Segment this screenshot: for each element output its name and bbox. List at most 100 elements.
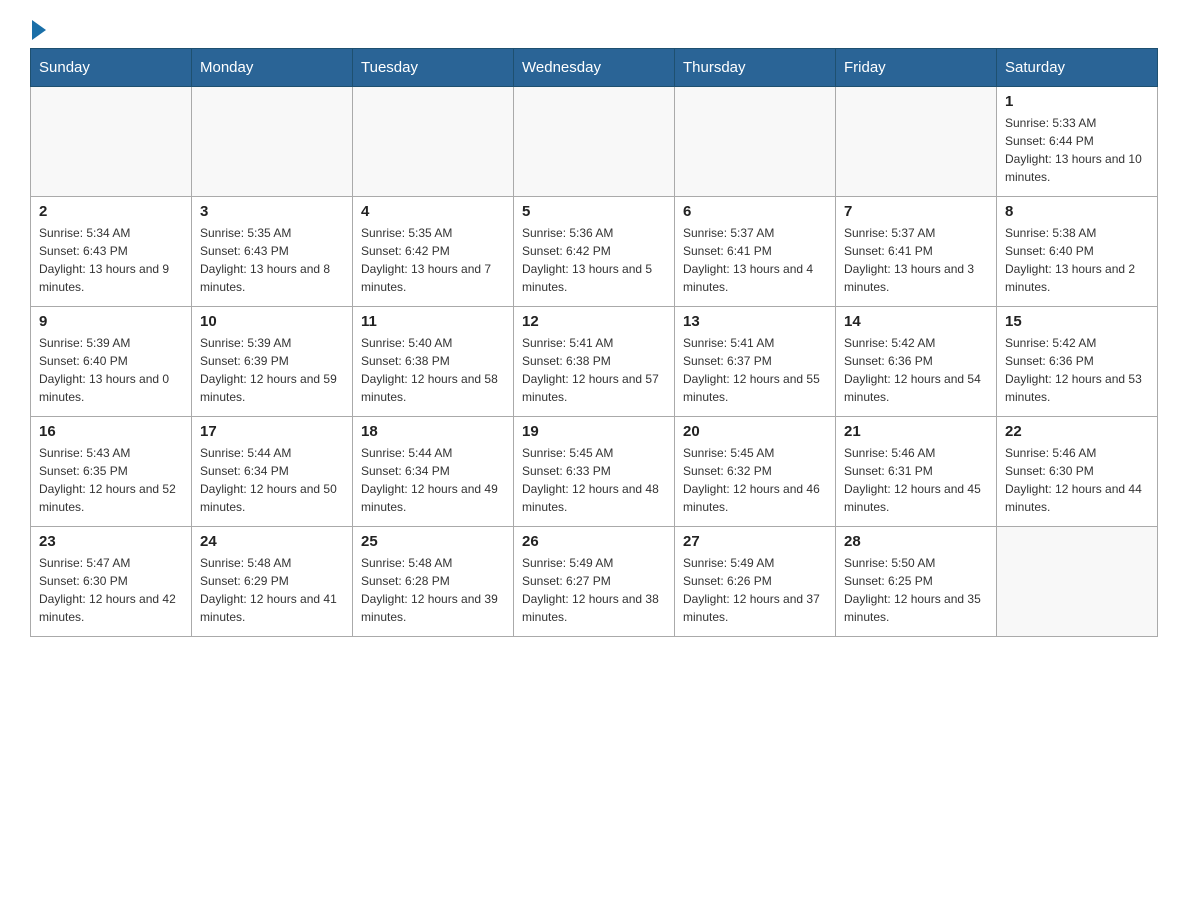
day-number: 16 — [39, 423, 183, 440]
calendar-cell: 13Sunrise: 5:41 AMSunset: 6:37 PMDayligh… — [675, 307, 836, 417]
day-info: Sunrise: 5:48 AMSunset: 6:28 PMDaylight:… — [361, 554, 505, 626]
day-info: Sunrise: 5:43 AMSunset: 6:35 PMDaylight:… — [39, 444, 183, 516]
day-info: Sunrise: 5:38 AMSunset: 6:40 PMDaylight:… — [1005, 224, 1149, 296]
day-number: 4 — [361, 203, 505, 220]
weekday-header-monday: Monday — [192, 49, 353, 87]
day-number: 9 — [39, 313, 183, 330]
day-number: 15 — [1005, 313, 1149, 330]
calendar-cell — [514, 87, 675, 197]
calendar-cell: 14 Sunrise: 5:42 AMSunset: 6:36 PMDayligh… — [836, 307, 997, 417]
calendar-cell: 4 Sunrise: 5:35 AMSunset: 6:42 PMDaylight… — [353, 197, 514, 307]
calendar-cell: 15 Sunrise: 5:42 AMSunset: 6:36 PMDayligh… — [997, 307, 1158, 417]
day-info: Sunrise: 5:45 AMSunset: 6:32 PMDaylight:… — [683, 444, 827, 516]
weekday-header-wednesday: Wednesday — [514, 49, 675, 87]
page-header — [30, 20, 1158, 38]
day-info: Sunrise: 5:50 AMSunset: 6:25 PMDaylight:… — [844, 554, 988, 626]
day-number: 7 — [844, 203, 988, 220]
calendar-cell: 28 Sunrise: 5:50 AMSunset: 6:25 PMDayligh… — [836, 527, 997, 637]
calendar-cell: 25 Sunrise: 5:48 AMSunset: 6:28 PMDayligh… — [353, 527, 514, 637]
day-number: 27 — [683, 533, 827, 550]
weekday-header-saturday: Saturday — [997, 49, 1158, 87]
day-number: 24 — [200, 533, 344, 550]
calendar-cell: 19 Sunrise: 5:45 AMSunset: 6:33 PMDayligh… — [514, 417, 675, 527]
day-info: Sunrise: 5:41 AMSunset: 6:37 PMDaylight:… — [683, 334, 827, 406]
calendar-cell: 21 Sunrise: 5:46 AMSunset: 6:31 PMDayligh… — [836, 417, 997, 527]
calendar-week-5: 23 Sunrise: 5:47 AMSunset: 6:30 PMDayligh… — [31, 527, 1158, 637]
day-number: 12 — [522, 313, 666, 330]
day-info: Sunrise: 5:37 AMSunset: 6:41 PMDaylight:… — [683, 224, 827, 296]
calendar-cell — [836, 87, 997, 197]
calendar-cell: 8 Sunrise: 5:38 AMSunset: 6:40 PMDaylight… — [997, 197, 1158, 307]
weekday-header-sunday: Sunday — [31, 49, 192, 87]
day-number: 18 — [361, 423, 505, 440]
calendar-cell: 11Sunrise: 5:40 AMSunset: 6:38 PMDayligh… — [353, 307, 514, 417]
day-number: 11 — [361, 313, 505, 330]
day-info: Sunrise: 5:45 AMSunset: 6:33 PMDaylight:… — [522, 444, 666, 516]
day-number: 26 — [522, 533, 666, 550]
day-number: 17 — [200, 423, 344, 440]
day-info: Sunrise: 5:37 AMSunset: 6:41 PMDaylight:… — [844, 224, 988, 296]
day-info: Sunrise: 5:33 AMSunset: 6:44 PMDaylight:… — [1005, 114, 1149, 186]
day-number: 25 — [361, 533, 505, 550]
weekday-header-friday: Friday — [836, 49, 997, 87]
day-number: 3 — [200, 203, 344, 220]
day-number: 14 — [844, 313, 988, 330]
weekday-header-row: SundayMondayTuesdayWednesdayThursdayFrid… — [31, 49, 1158, 87]
day-number: 22 — [1005, 423, 1149, 440]
day-number: 10 — [200, 313, 344, 330]
day-number: 6 — [683, 203, 827, 220]
day-info: Sunrise: 5:39 AMSunset: 6:40 PMDaylight:… — [39, 334, 183, 406]
day-info: Sunrise: 5:41 AMSunset: 6:38 PMDaylight:… — [522, 334, 666, 406]
weekday-header-thursday: Thursday — [675, 49, 836, 87]
day-info: Sunrise: 5:46 AMSunset: 6:30 PMDaylight:… — [1005, 444, 1149, 516]
logo-arrow-icon — [32, 20, 46, 40]
day-info: Sunrise: 5:42 AMSunset: 6:36 PMDaylight:… — [1005, 334, 1149, 406]
day-number: 8 — [1005, 203, 1149, 220]
calendar-cell: 9 Sunrise: 5:39 AMSunset: 6:40 PMDaylight… — [31, 307, 192, 417]
day-info: Sunrise: 5:49 AMSunset: 6:26 PMDaylight:… — [683, 554, 827, 626]
day-info: Sunrise: 5:48 AMSunset: 6:29 PMDaylight:… — [200, 554, 344, 626]
day-info: Sunrise: 5:35 AMSunset: 6:43 PMDaylight:… — [200, 224, 344, 296]
calendar-cell: 16 Sunrise: 5:43 AMSunset: 6:35 PMDayligh… — [31, 417, 192, 527]
day-number: 19 — [522, 423, 666, 440]
calendar-cell: 26 Sunrise: 5:49 AMSunset: 6:27 PMDayligh… — [514, 527, 675, 637]
calendar-cell: 12 Sunrise: 5:41 AMSunset: 6:38 PMDayligh… — [514, 307, 675, 417]
calendar-cell — [192, 87, 353, 197]
day-info: Sunrise: 5:49 AMSunset: 6:27 PMDaylight:… — [522, 554, 666, 626]
calendar-cell: 22 Sunrise: 5:46 AMSunset: 6:30 PMDayligh… — [997, 417, 1158, 527]
day-number: 23 — [39, 533, 183, 550]
day-number: 28 — [844, 533, 988, 550]
calendar-table: SundayMondayTuesdayWednesdayThursdayFrid… — [30, 48, 1158, 637]
calendar-cell: 27 Sunrise: 5:49 AMSunset: 6:26 PMDayligh… — [675, 527, 836, 637]
day-number: 21 — [844, 423, 988, 440]
day-number: 2 — [39, 203, 183, 220]
calendar-cell: 3 Sunrise: 5:35 AMSunset: 6:43 PMDaylight… — [192, 197, 353, 307]
day-info: Sunrise: 5:44 AMSunset: 6:34 PMDaylight:… — [361, 444, 505, 516]
calendar-cell — [675, 87, 836, 197]
calendar-week-4: 16 Sunrise: 5:43 AMSunset: 6:35 PMDayligh… — [31, 417, 1158, 527]
day-info: Sunrise: 5:46 AMSunset: 6:31 PMDaylight:… — [844, 444, 988, 516]
day-info: Sunrise: 5:42 AMSunset: 6:36 PMDaylight:… — [844, 334, 988, 406]
calendar-cell: 2Sunrise: 5:34 AMSunset: 6:43 PMDaylight… — [31, 197, 192, 307]
calendar-cell: 5Sunrise: 5:36 AMSunset: 6:42 PMDaylight… — [514, 197, 675, 307]
calendar-cell: 24 Sunrise: 5:48 AMSunset: 6:29 PMDayligh… — [192, 527, 353, 637]
day-info: Sunrise: 5:39 AMSunset: 6:39 PMDaylight:… — [200, 334, 344, 406]
calendar-cell — [31, 87, 192, 197]
calendar-week-3: 9 Sunrise: 5:39 AMSunset: 6:40 PMDaylight… — [31, 307, 1158, 417]
day-info: Sunrise: 5:47 AMSunset: 6:30 PMDaylight:… — [39, 554, 183, 626]
day-number: 1 — [1005, 93, 1149, 110]
calendar-cell: 23 Sunrise: 5:47 AMSunset: 6:30 PMDayligh… — [31, 527, 192, 637]
day-number: 5 — [522, 203, 666, 220]
calendar-cell: 20 Sunrise: 5:45 AMSunset: 6:32 PMDayligh… — [675, 417, 836, 527]
calendar-cell — [353, 87, 514, 197]
calendar-cell: 10 Sunrise: 5:39 AMSunset: 6:39 PMDayligh… — [192, 307, 353, 417]
calendar-cell: 17Sunrise: 5:44 AMSunset: 6:34 PMDayligh… — [192, 417, 353, 527]
calendar-week-2: 2Sunrise: 5:34 AMSunset: 6:43 PMDaylight… — [31, 197, 1158, 307]
calendar-cell — [997, 527, 1158, 637]
calendar-cell: 6 Sunrise: 5:37 AMSunset: 6:41 PMDaylight… — [675, 197, 836, 307]
weekday-header-tuesday: Tuesday — [353, 49, 514, 87]
calendar-cell: 18 Sunrise: 5:44 AMSunset: 6:34 PMDayligh… — [353, 417, 514, 527]
day-info: Sunrise: 5:35 AMSunset: 6:42 PMDaylight:… — [361, 224, 505, 296]
calendar-cell: 1 Sunrise: 5:33 AMSunset: 6:44 PMDaylight… — [997, 87, 1158, 197]
day-number: 20 — [683, 423, 827, 440]
